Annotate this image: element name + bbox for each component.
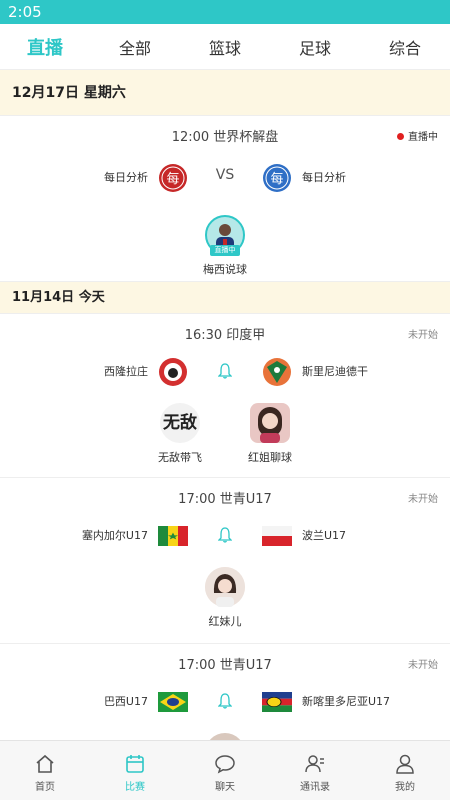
calendar-icon: [126, 755, 144, 773]
status-bar: 2:05: [0, 0, 450, 24]
match-status: 未开始: [408, 660, 438, 671]
away-team-name: 波兰U17: [302, 529, 347, 542]
teams-row: 每日分析 每 VS 每 每日分析: [0, 159, 450, 199]
vs-label: VS: [215, 167, 235, 183]
brazil-flag-icon: [158, 692, 188, 712]
host-avatar: 直播中: [205, 215, 245, 256]
home-team-name: 西隆拉庄: [104, 365, 148, 378]
nav-contacts-label: 通讯录: [300, 782, 330, 793]
match-status: 直播中: [397, 128, 438, 143]
tab-general[interactable]: 综合: [360, 35, 450, 59]
nav-chat[interactable]: 聊天: [180, 741, 270, 800]
live-tag: 直播中: [210, 245, 240, 256]
nav-matches-label: 比赛: [125, 782, 145, 793]
nav-profile[interactable]: 我的: [360, 741, 450, 800]
hosts-row: 红妹儿: [0, 557, 450, 639]
home-team-name: 塞内加尔U17: [81, 529, 148, 542]
nav-profile-label: 我的: [395, 782, 415, 793]
match-time-league: 12:00 世界杯解盘: [171, 130, 279, 145]
date-header: 12月17日 星期六: [0, 70, 450, 116]
host-name: 红姐聊球: [248, 451, 292, 464]
match-card[interactable]: 17:00 世青U17 未开始 巴西U17 新喀里多尼亚U17: [0, 644, 450, 740]
host-name: 梅西说球: [203, 263, 247, 276]
host-item[interactable]: 红姐聊球: [235, 403, 305, 465]
tab-live[interactable]: 直播: [0, 34, 90, 60]
match-status: 未开始: [408, 494, 438, 505]
match-status-text: 直播中: [408, 132, 438, 143]
host-avatar: [205, 733, 245, 740]
nav-home-label: 首页: [35, 782, 55, 793]
category-tabs: 直播 全部 篮球 足球 综合: [0, 24, 450, 70]
live-dot-icon: [397, 133, 404, 140]
match-card[interactable]: 17:00 世青U17 未开始 塞内加尔U17 波兰U17 红妹儿: [0, 478, 450, 644]
nav-home[interactable]: 首页: [0, 741, 90, 800]
match-status: 未开始: [408, 330, 438, 341]
home-team-name: 每日分析: [104, 171, 148, 184]
bottom-nav: 首页 比赛 聊天 通讯录 我的: [0, 740, 450, 800]
nav-matches[interactable]: 比赛: [90, 741, 180, 800]
home-team-logo-icon: [159, 358, 187, 386]
teams-row: 巴西U17 新喀里多尼亚U17: [0, 683, 450, 723]
host-avatar: [205, 567, 245, 607]
teams-row: 西隆拉庄 斯里尼迪德干: [0, 353, 450, 393]
teams-row: 塞内加尔U17 波兰U17: [0, 517, 450, 557]
match-time-league: 17:00 世青U17: [178, 658, 272, 673]
chat-bubble-icon: [215, 755, 235, 774]
away-team-name: 每日分析: [302, 171, 346, 184]
contacts-icon: [305, 755, 324, 773]
away-team-logo-icon: 每: [263, 164, 291, 192]
host-item[interactable]: 无敌 无敌带飞: [145, 403, 215, 465]
tab-football[interactable]: 足球: [270, 35, 360, 59]
bell-icon[interactable]: [218, 693, 232, 709]
match-time-league: 16:30 印度甲: [184, 328, 266, 343]
poland-flag-icon: [262, 526, 292, 546]
bell-icon[interactable]: [218, 363, 232, 379]
host-avatar: 无敌: [160, 403, 200, 443]
person-avatar-icon: [205, 567, 245, 607]
nav-chat-label: 聊天: [215, 782, 235, 793]
home-team-logo-icon: 每: [159, 164, 187, 192]
home-team-name: 巴西U17: [103, 695, 148, 708]
away-team-name: 新喀里多尼亚U17: [302, 695, 391, 708]
home-logo-char: 每: [166, 171, 179, 187]
match-list[interactable]: 12月17日 星期六 12:00 世界杯解盘 直播中 每日分析 每 VS 每 每…: [0, 70, 450, 740]
home-icon: [36, 754, 54, 773]
host-item[interactable]: [190, 733, 260, 740]
new-caledonia-flag-icon: [262, 692, 292, 712]
host-item[interactable]: 红妹儿: [190, 567, 260, 629]
hosts-row: 直播中 梅西说球: [0, 199, 450, 287]
host-avatar: [250, 403, 290, 443]
person-avatar-icon: [258, 407, 282, 443]
away-team-logo-icon: [263, 358, 291, 386]
hosts-row: 无敌 无敌带飞 红姐聊球: [0, 393, 450, 475]
tab-all[interactable]: 全部: [90, 35, 180, 59]
match-card[interactable]: 12:00 世界杯解盘 直播中 每日分析 每 VS 每 每日分析 直播中 梅西说…: [0, 116, 450, 282]
host-item[interactable]: 直播中 梅西说球: [190, 215, 260, 277]
host-name: 红妹儿: [208, 615, 242, 628]
away-logo-char: 每: [270, 171, 283, 187]
bell-icon[interactable]: [218, 527, 232, 543]
senegal-flag-icon: [158, 526, 188, 546]
hosts-row: [0, 723, 450, 740]
nav-contacts[interactable]: 通讯录: [270, 741, 360, 800]
tab-basketball[interactable]: 篮球: [180, 35, 270, 59]
host-name: 无敌带飞: [158, 451, 202, 464]
match-time-league: 17:00 世青U17: [178, 492, 272, 507]
away-team-name: 斯里尼迪德干: [302, 365, 368, 378]
user-icon: [396, 754, 414, 774]
match-card[interactable]: 16:30 印度甲 未开始 西隆拉庄 斯里尼迪德干 无敌 无敌带飞 红姐聊球: [0, 314, 450, 478]
status-time: 2:05: [8, 3, 42, 21]
